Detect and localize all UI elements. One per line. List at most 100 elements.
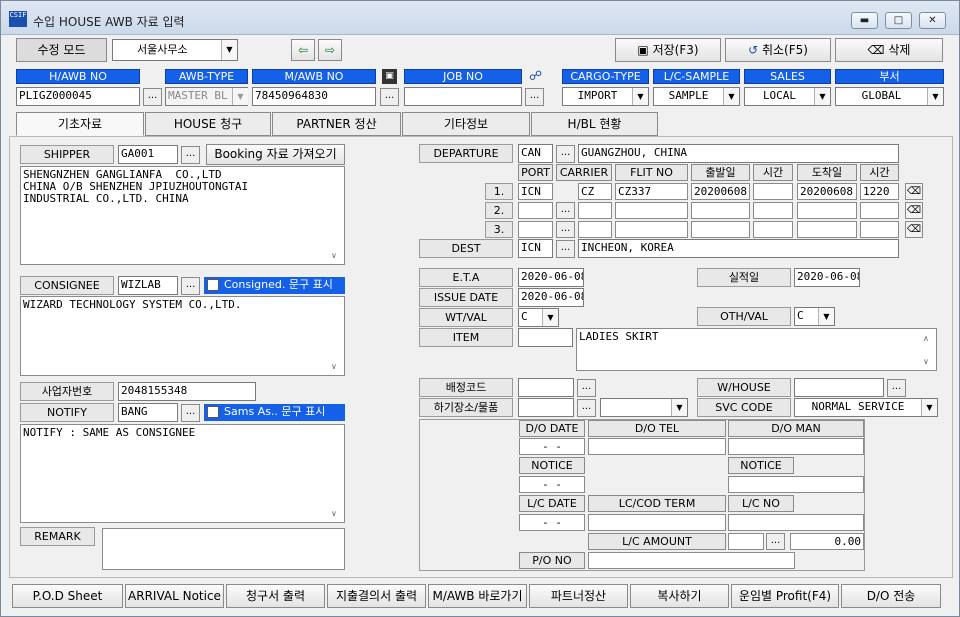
- lc-currency-input[interactable]: [728, 533, 764, 550]
- actual-date-input[interactable]: 2020-06-08: [794, 268, 860, 287]
- unload-place-input[interactable]: [518, 398, 574, 417]
- row-1-carrier[interactable]: CZ: [578, 183, 612, 200]
- pod-sheet-button[interactable]: P.O.D Sheet: [12, 584, 123, 608]
- eraser-icon[interactable]: ⌫: [905, 183, 923, 200]
- chevron-down-icon[interactable]: ▼: [542, 309, 558, 326]
- dest-lookup-button[interactable]: ...: [556, 240, 575, 258]
- departure-lookup-button[interactable]: ...: [556, 145, 575, 163]
- scroll-down-icon[interactable]: ∨: [331, 362, 337, 371]
- invoice-print-button[interactable]: 청구서 출력: [226, 584, 325, 608]
- row-3-time1[interactable]: [753, 221, 793, 238]
- item-textarea[interactable]: LADIES SKIRT: [576, 328, 937, 371]
- chevron-down-icon[interactable]: ▼: [632, 88, 648, 105]
- dest-name-input[interactable]: INCHEON, KOREA: [578, 239, 899, 258]
- globe-icon[interactable]: ☍: [527, 68, 544, 85]
- mawb-no-input[interactable]: 78450964830: [252, 87, 376, 106]
- issue-date-input[interactable]: 2020-06-08: [518, 288, 584, 307]
- cancel-button[interactable]: ↺ 취소(F5): [725, 38, 831, 62]
- tab-house-billing[interactable]: HOUSE 청구: [145, 112, 271, 136]
- currency-lookup-button[interactable]: ...: [766, 533, 785, 550]
- do-man-input[interactable]: [728, 438, 864, 455]
- tab-basic[interactable]: 기초자료: [16, 112, 144, 136]
- next-arrow-icon[interactable]: ⇨: [318, 39, 342, 61]
- svc-code-select[interactable]: NORMAL SERVICE: [794, 398, 938, 417]
- eta-input[interactable]: 2020-06-08: [518, 268, 584, 287]
- alloc-lookup-button[interactable]: ...: [577, 379, 596, 397]
- notify-code-input[interactable]: BANG: [118, 403, 178, 422]
- hawb-lookup-button[interactable]: ...: [143, 88, 162, 106]
- profit-button[interactable]: 운임별 Profit(F4): [731, 584, 839, 608]
- whouse-input[interactable]: [794, 378, 884, 397]
- chevron-down-icon[interactable]: ▼: [671, 399, 687, 416]
- chevron-down-icon[interactable]: ▼: [232, 88, 248, 105]
- row-2-carrier-lookup[interactable]: ...: [556, 202, 575, 219]
- mawb-goto-button[interactable]: M/AWB 바로가기: [428, 584, 527, 608]
- shipper-lookup-button[interactable]: ...: [181, 146, 200, 164]
- mawb-lookup-button[interactable]: ...: [380, 88, 399, 106]
- notify-textarea[interactable]: NOTIFY : SAME AS CONSIGNEE: [20, 424, 345, 523]
- row-3-arrdate[interactable]: [797, 221, 857, 238]
- whouse-lookup-button[interactable]: ...: [887, 379, 906, 397]
- shipper-textarea[interactable]: SHENGNZHEN GANGLIANFA CO.,LTD CHINA O/B …: [20, 166, 345, 265]
- booking-fetch-button[interactable]: Booking 자료 가져오기: [206, 144, 345, 165]
- shipper-code-input[interactable]: GA001: [118, 145, 178, 164]
- scroll-down-icon[interactable]: ∨: [331, 251, 337, 260]
- notify-lookup-button[interactable]: ...: [181, 404, 200, 422]
- consignee-textarea[interactable]: WIZARD TECHNOLOGY SYSTEM CO.,LTD.: [20, 296, 345, 376]
- alloc-code-input[interactable]: [518, 378, 574, 397]
- prev-arrow-icon[interactable]: ⇦: [291, 39, 315, 61]
- chevron-down-icon[interactable]: ▼: [723, 88, 739, 105]
- chevron-down-icon[interactable]: ▼: [921, 399, 937, 416]
- maximize-button[interactable]: □: [885, 12, 912, 29]
- consigned-checkbox[interactable]: Consigned. 문구 표시: [204, 277, 345, 294]
- row-3-port[interactable]: [518, 221, 553, 238]
- dest-code-input[interactable]: ICN: [518, 239, 553, 258]
- tab-hbl-status[interactable]: H/BL 현황: [531, 112, 658, 136]
- copy-button[interactable]: 복사하기: [630, 584, 729, 608]
- scroll-down-icon[interactable]: ∨: [923, 357, 929, 366]
- consignee-lookup-button[interactable]: ...: [181, 277, 200, 295]
- scroll-down-icon[interactable]: ∨: [331, 509, 337, 518]
- do-tel-input[interactable]: [588, 438, 726, 455]
- delete-button[interactable]: ⌫ 삭제: [835, 38, 943, 62]
- job-no-input[interactable]: [404, 87, 522, 106]
- chevron-down-icon[interactable]: ▼: [818, 308, 834, 325]
- close-button[interactable]: ✕: [919, 12, 946, 29]
- row-3-flit[interactable]: [615, 221, 688, 238]
- job-lookup-button[interactable]: ...: [525, 88, 544, 106]
- save-button[interactable]: ▣ 저장(F3): [615, 38, 721, 62]
- lc-amount-input[interactable]: 0.00: [790, 533, 864, 550]
- row-2-time1[interactable]: [753, 202, 793, 219]
- lc-date-input[interactable]: - -: [519, 514, 585, 531]
- office-select[interactable]: 서울사무소: [112, 39, 238, 61]
- minimize-button[interactable]: ▬: [851, 12, 878, 29]
- do-date-input[interactable]: - -: [519, 438, 585, 455]
- expense-print-button[interactable]: 지출결의서 출력: [327, 584, 426, 608]
- sams-as-checkbox[interactable]: Sams As.. 문구 표시: [204, 404, 345, 421]
- remark-textarea[interactable]: [102, 528, 345, 570]
- row-3-carrier-lookup[interactable]: ...: [556, 221, 575, 238]
- chevron-down-icon[interactable]: ▼: [814, 88, 830, 105]
- row-1-time2[interactable]: 1220: [860, 183, 899, 200]
- row-2-carrier[interactable]: [578, 202, 612, 219]
- departure-code-input[interactable]: CAN: [518, 144, 553, 163]
- chevron-down-icon[interactable]: ▼: [927, 88, 943, 105]
- row-3-depdate[interactable]: [691, 221, 750, 238]
- item-code-input[interactable]: [518, 328, 573, 347]
- hawb-no-input[interactable]: PLIGZ000045: [16, 87, 140, 106]
- lc-no-input[interactable]: [728, 514, 864, 531]
- row-3-time2[interactable]: [860, 221, 899, 238]
- row-2-time2[interactable]: [860, 202, 899, 219]
- chevron-down-icon[interactable]: ▼: [221, 40, 237, 60]
- row-1-flit[interactable]: CZ337: [615, 183, 688, 200]
- row-2-arrdate[interactable]: [797, 202, 857, 219]
- po-no-input[interactable]: [588, 552, 795, 569]
- floppy-icon[interactable]: ▣: [382, 69, 397, 84]
- row-1-port[interactable]: ICN: [518, 183, 553, 200]
- row-3-carrier[interactable]: [578, 221, 612, 238]
- tab-partner-settlement[interactable]: PARTNER 정산: [272, 112, 401, 136]
- departure-name-input[interactable]: GUANGZHOU, CHINA: [578, 144, 899, 163]
- scroll-up-icon[interactable]: ∧: [923, 334, 929, 343]
- arrival-notice-button[interactable]: ARRIVAL Notice: [125, 584, 224, 608]
- lccod-term-input[interactable]: [588, 514, 726, 531]
